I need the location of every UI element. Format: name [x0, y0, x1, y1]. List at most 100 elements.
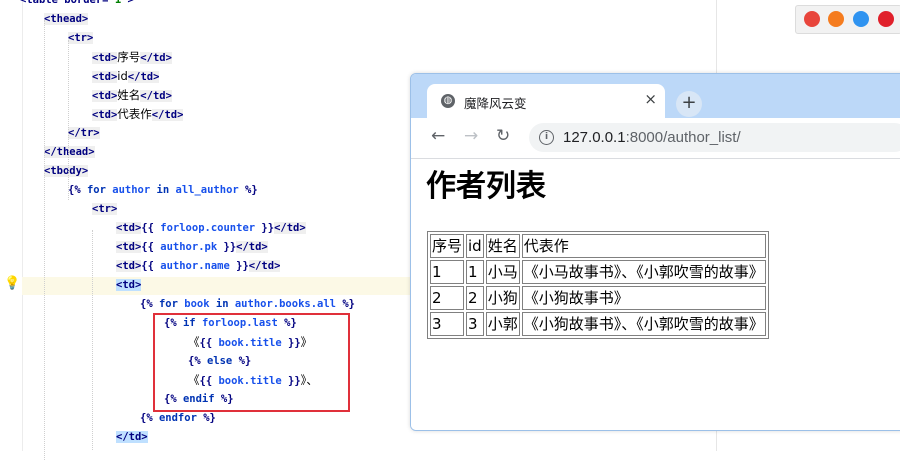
code-token: %}: [196, 412, 216, 424]
code-token: {%: [140, 298, 159, 310]
code-token: <table border=: [20, 0, 109, 6]
code-token: <td>: [116, 222, 142, 234]
code-token: 序号: [117, 50, 141, 64]
table-cell: 《小狗故事书》: [521, 286, 766, 310]
code-line[interactable]: </thead>: [44, 143, 95, 162]
code-token: >: [127, 0, 134, 6]
code-token: %}: [245, 184, 258, 196]
code-line[interactable]: <tr>: [68, 29, 94, 48]
code-line[interactable]: </td>: [116, 428, 148, 447]
code-token: for: [158, 298, 178, 310]
code-line[interactable]: {% for author in all_author %}: [68, 181, 258, 200]
table-cell: 1: [430, 260, 465, 284]
code-token: </thead>: [44, 146, 95, 158]
browser-window: ◍ 魔降风云变 × + ← → ↻ i 127.0.0.1:8000/autho…: [410, 73, 900, 431]
code-token: <td>: [116, 241, 142, 253]
code-token: </td>: [236, 241, 268, 253]
page-heading: 作者列表: [426, 169, 546, 204]
code-line[interactable]: <table border="1">: [20, 0, 134, 10]
table-cell: 2: [430, 286, 465, 310]
table-row: 3 3 小郭 《小狗故事书》、《小郭吹雪的故事》: [430, 312, 766, 336]
code-token: <tr>: [68, 32, 94, 44]
code-token: book: [177, 298, 216, 310]
code-token: {{: [141, 260, 161, 272]
code-token: {{: [141, 222, 161, 234]
code-line[interactable]: <td>{{ author.pk }}</td>: [116, 238, 268, 257]
url-text[interactable]: 127.0.0.1:8000/author_list/: [563, 129, 741, 146]
code-line[interactable]: <tbody>: [44, 162, 89, 181]
code-token: endfor: [158, 412, 197, 424]
code-line[interactable]: <thead>: [44, 10, 89, 29]
code-line[interactable]: <td>id</td>: [92, 67, 160, 86]
tab-strip: ◍ 魔降风云变 × +: [411, 74, 900, 118]
table-cell: 3: [430, 312, 465, 336]
site-info-icon[interactable]: i: [539, 130, 554, 145]
indent-guide: [44, 20, 45, 460]
code-token: for: [86, 184, 106, 196]
code-token: <td>: [92, 109, 118, 121]
code-line[interactable]: <td>: [116, 276, 142, 295]
forward-button[interactable]: →: [464, 126, 478, 146]
code-token: author.pk: [160, 241, 218, 253]
code-token: id: [117, 69, 128, 83]
code-token: 代表作: [117, 107, 152, 121]
header-cell: 姓名: [485, 234, 520, 258]
reload-button[interactable]: ↻: [496, 126, 510, 146]
page-content: 作者列表 序号 id 姓名 代表作 1 1 小马 《小马故事书》、《小郭吹雪的故…: [411, 159, 900, 430]
table-row: 1 1 小马 《小马故事书》、《小郭吹雪的故事》: [430, 260, 766, 284]
url-host: 127.0.0.1: [563, 129, 626, 146]
chrome-icon[interactable]: [804, 11, 820, 27]
code-line[interactable]: </tr>: [68, 124, 100, 143]
url-path: :8000/author_list/: [625, 129, 741, 146]
address-bar[interactable]: i 127.0.0.1:8000/author_list/: [529, 123, 900, 152]
code-token: %}: [342, 298, 355, 310]
highlight-box: [153, 313, 350, 412]
code-token: <td>: [92, 52, 118, 64]
code-line[interactable]: <td>{{ author.name }}</td>: [116, 257, 281, 276]
close-tab-icon[interactable]: ×: [644, 90, 657, 108]
code-line[interactable]: <td>{{ forloop.counter }}</td>: [116, 219, 306, 238]
code-token: {%: [68, 184, 87, 196]
table-cell: 小马: [485, 260, 520, 284]
indent-guide: [92, 230, 93, 450]
code-token: }}: [229, 260, 249, 272]
safari-icon[interactable]: [853, 11, 869, 27]
header-cell: id: [466, 234, 484, 258]
table-cell: 2: [466, 286, 484, 310]
code-token: <tbody>: [44, 165, 89, 177]
table-cell: 《小马故事书》、《小郭吹雪的故事》: [521, 260, 766, 284]
author-table: 序号 id 姓名 代表作 1 1 小马 《小马故事书》、《小郭吹雪的故事》 2 …: [427, 231, 769, 339]
code-line[interactable]: <tr>: [92, 200, 118, 219]
code-line[interactable]: <td>序号</td>: [92, 48, 172, 67]
code-token: </td>: [116, 431, 148, 443]
code-token: "1": [108, 0, 128, 6]
code-token: all_author: [169, 184, 246, 196]
new-tab-button[interactable]: +: [676, 91, 702, 117]
table-header-row: 序号 id 姓名 代表作: [430, 234, 766, 258]
code-line[interactable]: {% for book in author.books.all %}: [140, 295, 355, 314]
code-token: </td>: [248, 260, 281, 272]
code-token: {%: [140, 412, 159, 424]
code-line[interactable]: <td>姓名</td>: [92, 86, 172, 105]
code-token: author.books.all: [228, 298, 343, 310]
table-cell: 《小狗故事书》、《小郭吹雪的故事》: [521, 312, 766, 336]
browser-extensions-bar: [795, 5, 900, 34]
code-token: </td>: [274, 222, 306, 234]
gutter-divider: [22, 0, 23, 451]
code-token: author: [105, 184, 157, 196]
code-token: <td>: [92, 90, 118, 102]
code-token: </td>: [127, 71, 160, 83]
code-token: <thead>: [44, 13, 89, 25]
code-token: }}: [255, 222, 275, 234]
table-cell: 小郭: [485, 312, 520, 336]
browser-tab[interactable]: ◍ 魔降风云变 ×: [427, 84, 665, 118]
code-token: </tr>: [68, 127, 100, 139]
header-cell: 代表作: [521, 234, 766, 258]
back-button[interactable]: ←: [431, 126, 445, 146]
current-line-highlight: [22, 277, 412, 295]
lightbulb-icon[interactable]: 💡: [4, 276, 20, 292]
opera-icon[interactable]: [878, 11, 894, 27]
code-line[interactable]: <td>代表作</td>: [92, 105, 184, 124]
firefox-icon[interactable]: [828, 11, 844, 27]
browser-toolbar: ← → ↻ i 127.0.0.1:8000/author_list/: [411, 118, 900, 159]
